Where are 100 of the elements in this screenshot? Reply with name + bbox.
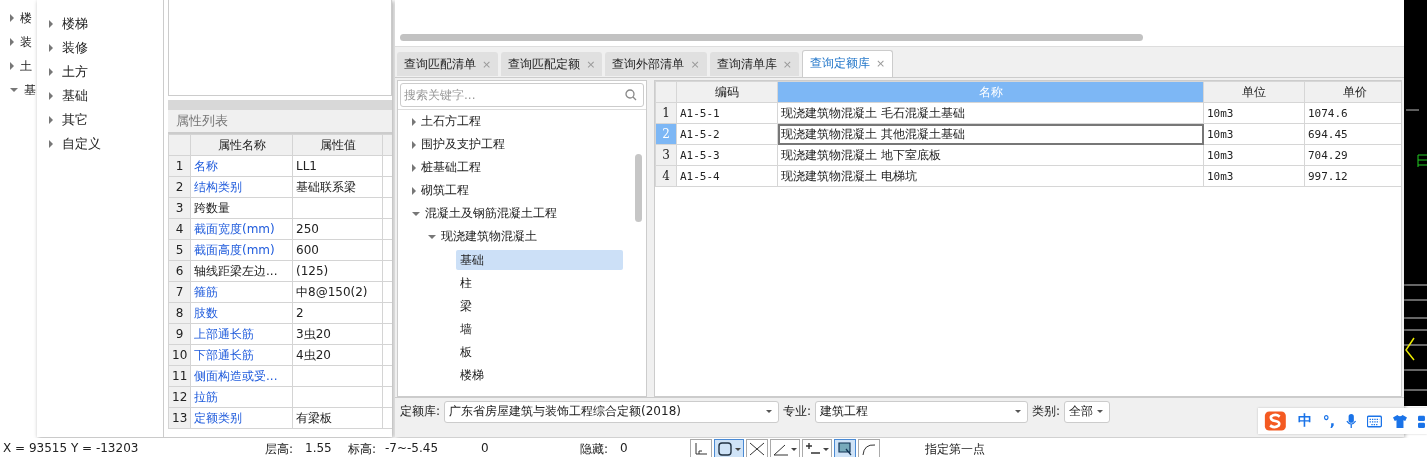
tree-item[interactable]: 砌筑工程 xyxy=(421,182,469,199)
tree-item[interactable]: 楼梯 xyxy=(62,15,88,33)
command-prompt: 指定第一点 xyxy=(925,441,985,457)
tab[interactable]: 查询外部清单 × xyxy=(605,52,707,76)
property-name: 跨数量 xyxy=(190,197,293,219)
dropdown[interactable]: 广东省房屋建筑与装饰工程综合定额(2018) xyxy=(444,400,780,423)
tree-item[interactable]: 土石方工程 xyxy=(421,113,481,130)
column-header[interactable]: 单位 xyxy=(1203,81,1305,103)
property-value[interactable]: 2 xyxy=(292,302,383,324)
property-value[interactable]: 250 xyxy=(292,218,383,240)
table-cell: 10m3 xyxy=(1203,165,1305,187)
expand-arrow-icon[interactable] xyxy=(49,140,53,148)
search-icon[interactable] xyxy=(625,89,637,101)
tab[interactable]: 查询匹配清单 × xyxy=(397,52,499,76)
angle-tool-button[interactable] xyxy=(770,439,800,457)
row-number[interactable]: 4 xyxy=(655,165,677,187)
caret-icon xyxy=(766,410,773,413)
property-value[interactable]: 4虫20 xyxy=(292,344,383,366)
row-number[interactable]: 1 xyxy=(655,102,677,124)
keyboard-icon[interactable] xyxy=(1367,414,1383,428)
expand-arrow-icon[interactable] xyxy=(49,20,53,28)
row-number: 12 xyxy=(168,386,191,408)
expand-arrow-icon[interactable] xyxy=(49,44,53,52)
table-cell: 现浇建筑物混凝土 地下室底板 xyxy=(777,144,1204,166)
search-field[interactable]: 搜索关键字... xyxy=(400,83,644,107)
column-header[interactable]: 属性名称 xyxy=(190,134,293,156)
expand-arrow-icon[interactable] xyxy=(412,211,420,216)
screen-tool-button[interactable] xyxy=(834,439,856,457)
expand-arrow-icon[interactable] xyxy=(49,116,53,124)
tree-item[interactable]: 装 xyxy=(20,33,32,51)
property-name: 截面高度(mm) xyxy=(190,239,293,261)
tree-item[interactable]: 基础 xyxy=(62,87,88,105)
curve-tool-button[interactable] xyxy=(858,439,880,457)
expand-arrow-icon[interactable] xyxy=(10,62,14,70)
dropdown[interactable]: 建筑工程 xyxy=(815,400,1029,423)
ime-logo-icon[interactable] xyxy=(1264,409,1287,433)
shirt-icon[interactable] xyxy=(1393,413,1408,429)
tree-item[interactable]: 梁 xyxy=(456,295,623,316)
property-name: 下部通长筋 xyxy=(190,344,293,366)
tab[interactable]: 查询匹配定额 × xyxy=(501,52,603,76)
expand-arrow-icon[interactable] xyxy=(49,92,53,100)
tree-item[interactable]: 柱 xyxy=(456,272,623,293)
microphone-icon[interactable] xyxy=(1346,412,1357,430)
tree-item[interactable]: 混凝土及钢筋混凝土工程 xyxy=(425,205,557,222)
cross-tool-button[interactable] xyxy=(746,439,768,457)
expand-arrow-icon[interactable] xyxy=(49,68,53,76)
property-name: 箍筋 xyxy=(190,281,293,303)
column-header[interactable]: 属性值 xyxy=(292,134,383,156)
row-number: 6 xyxy=(168,260,191,282)
expand-arrow-icon[interactable] xyxy=(412,117,416,126)
tree-item[interactable]: 基 xyxy=(24,81,36,99)
scrollbar-thumb[interactable] xyxy=(400,34,1143,41)
expand-arrow-icon[interactable] xyxy=(428,234,436,239)
tree-item[interactable]: 桩基础工程 xyxy=(421,159,481,176)
row-number[interactable]: 3 xyxy=(655,144,677,166)
table-cell: A1-5-2 xyxy=(676,123,778,145)
caret-icon xyxy=(791,447,797,451)
tree-item[interactable]: 其它 xyxy=(62,111,88,129)
property-value[interactable]: LL1 xyxy=(292,155,383,177)
tree-item[interactable]: 楼 xyxy=(20,9,32,27)
tab[interactable]: 查询清单库 × xyxy=(709,52,799,76)
row-number: 2 xyxy=(168,176,191,198)
tree-item[interactable]: 基础 xyxy=(456,249,623,270)
plusline-tool-button[interactable] xyxy=(802,439,832,457)
row-number: 5 xyxy=(168,239,191,261)
expand-arrow-icon[interactable] xyxy=(10,38,14,46)
property-value[interactable]: 3虫20 xyxy=(292,323,383,345)
tree-item[interactable]: 装修 xyxy=(62,39,88,57)
row-number: 3 xyxy=(168,197,191,219)
property-value[interactable]: 有梁板 xyxy=(292,407,383,429)
tree-item[interactable]: 土方 xyxy=(62,63,88,81)
expand-arrow-icon[interactable] xyxy=(412,163,416,172)
table-cell: A1-5-3 xyxy=(676,144,778,166)
row-number: 1 xyxy=(168,155,191,177)
ime-mode[interactable]: 中 xyxy=(1297,412,1312,430)
grid-icon[interactable] xyxy=(1418,413,1427,429)
tree-item[interactable]: 板 xyxy=(456,341,623,362)
expand-arrow-icon[interactable] xyxy=(412,140,416,149)
tree-item[interactable]: 自定义 xyxy=(62,135,101,153)
tab[interactable]: 查询定额库 × xyxy=(801,50,894,77)
expand-arrow-icon[interactable] xyxy=(10,88,18,92)
property-value[interactable]: 600 xyxy=(292,239,383,261)
ime-punctuation[interactable]: °, xyxy=(1322,413,1335,429)
column-header[interactable]: 单价 xyxy=(1304,81,1401,103)
property-value[interactable]: (125) xyxy=(292,260,383,282)
column-header[interactable]: 编码 xyxy=(676,81,778,103)
tree-item[interactable]: 现浇建筑物混凝土 xyxy=(441,228,537,245)
tree-item[interactable]: 围护及支护工程 xyxy=(421,136,505,153)
tree-item[interactable]: 墙 xyxy=(456,318,623,339)
expand-arrow-icon[interactable] xyxy=(412,186,416,195)
corner-tool-button[interactable] xyxy=(690,439,712,457)
dropdown[interactable]: 全部 xyxy=(1064,400,1111,423)
expand-arrow-icon[interactable] xyxy=(10,14,14,22)
scrollbar-thumb[interactable] xyxy=(635,154,642,222)
property-value[interactable]: 中8@150(2) xyxy=(292,281,383,303)
tree-item[interactable]: 土 xyxy=(20,57,32,75)
tree-item[interactable]: 楼梯 xyxy=(456,364,623,385)
rect-tool-button[interactable] xyxy=(714,439,744,457)
property-value[interactable]: 基础联系梁 xyxy=(292,176,383,198)
status-value: -7~-5.45 xyxy=(385,441,439,455)
